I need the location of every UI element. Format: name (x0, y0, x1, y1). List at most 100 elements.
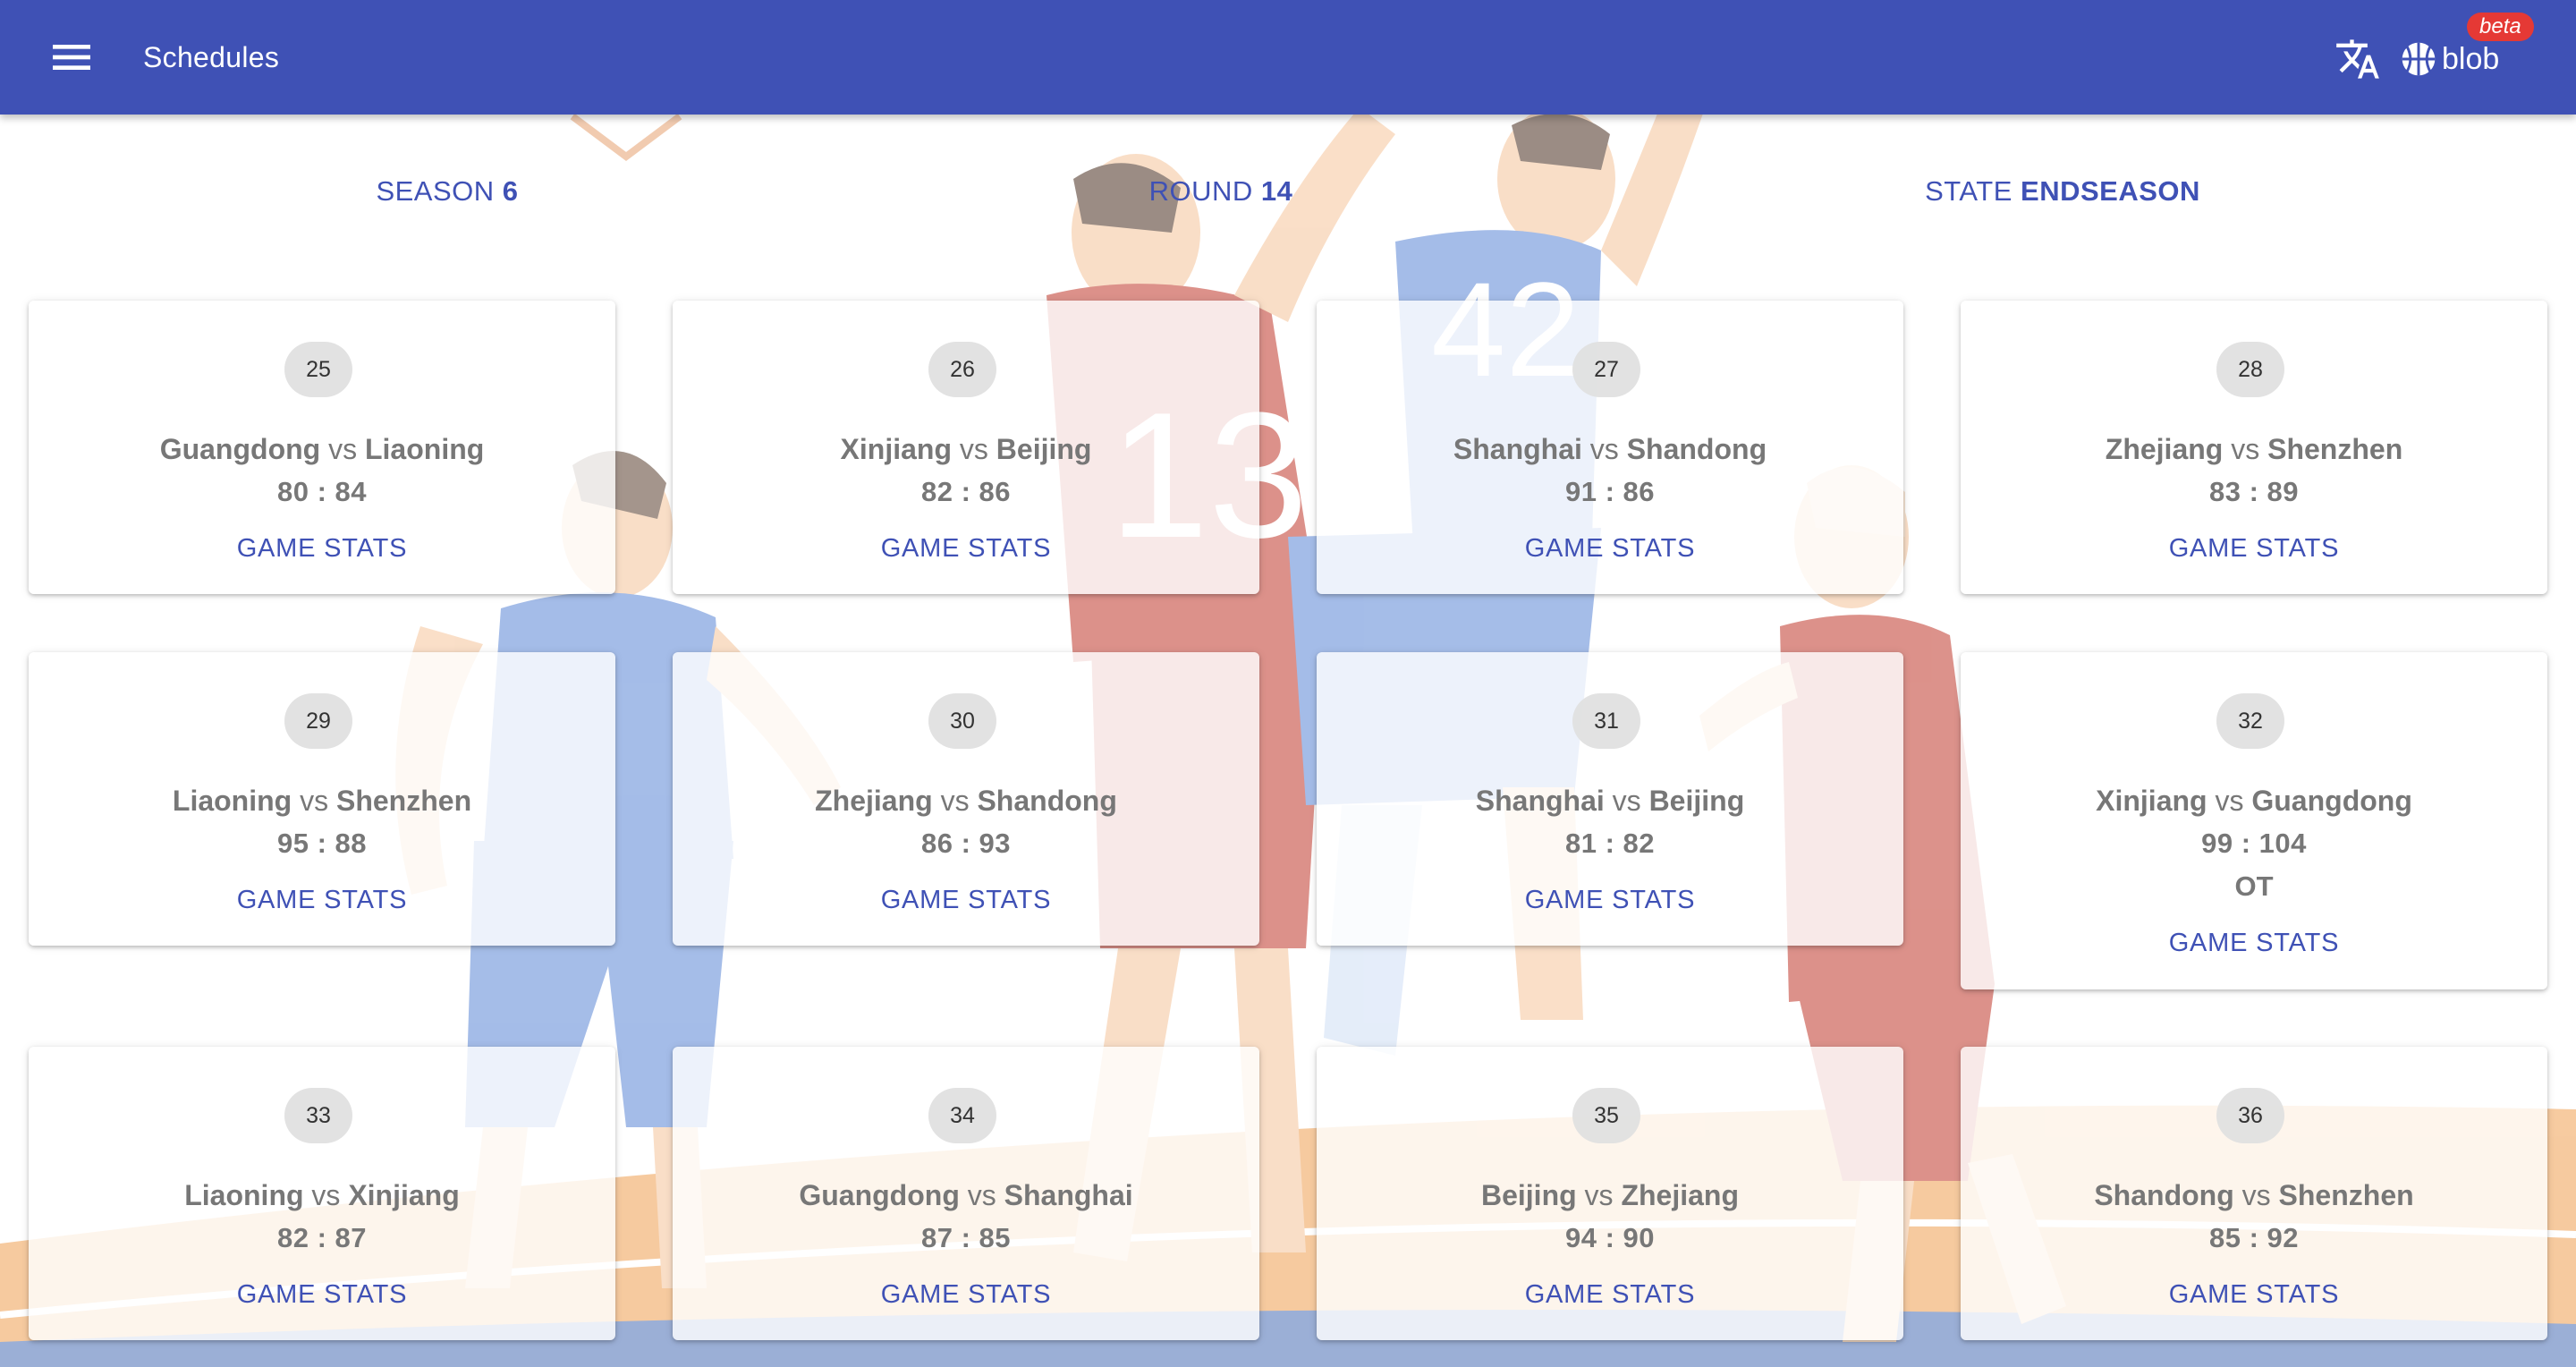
round-label: ROUND (1148, 175, 1253, 207)
vs-label: vs (959, 433, 988, 465)
home-team: Shanghai (1453, 433, 1582, 465)
final-score: 80 : 84 (276, 476, 367, 507)
game-stats-button[interactable]: GAME STATS (2124, 1272, 2384, 1317)
game-card: 26 Xinjiang vs Beijing 82 : 86 GAME STAT… (673, 301, 1259, 594)
game-number-chip: 30 (928, 693, 996, 749)
round-value: 14 (1260, 175, 1293, 207)
away-team: Liaoning (364, 433, 485, 465)
game-stats-button[interactable]: GAME STATS (1480, 526, 1740, 571)
game-card: 25 Guangdong vs Liaoning 80 : 84 GAME ST… (29, 301, 615, 594)
away-team: Beijing (1648, 785, 1745, 817)
matchup: Guangdong vs Shanghai (673, 1179, 1259, 1212)
matchup: Xinjiang vs Beijing (673, 433, 1259, 466)
menu-icon (53, 45, 90, 70)
menu-button[interactable] (47, 32, 97, 82)
vs-label: vs (328, 433, 358, 465)
matchup: Liaoning vs Xinjiang (29, 1179, 615, 1212)
game-number-chip: 31 (1572, 693, 1640, 749)
game-number-chip: 34 (928, 1088, 996, 1143)
home-team: Liaoning (184, 1179, 304, 1211)
vs-label: vs (300, 785, 329, 817)
away-team: Guangdong (2251, 785, 2412, 817)
final-score: 86 : 93 (920, 828, 1011, 859)
home-team: Shanghai (1475, 785, 1605, 817)
state-value: ENDSEASON (2021, 175, 2200, 207)
final-score: 87 : 85 (920, 1222, 1011, 1253)
basketball-icon (2402, 42, 2436, 76)
game-stats-button[interactable]: GAME STATS (2124, 526, 2384, 571)
game-number-chip: 35 (1572, 1088, 1640, 1143)
game-stats-button[interactable]: GAME STATS (192, 526, 452, 571)
vs-label: vs (2215, 785, 2244, 817)
home-team: Xinjiang (2096, 785, 2207, 817)
matchup: Shanghai vs Beijing (1317, 785, 1903, 818)
page-title: Schedules (143, 41, 280, 73)
beta-badge: beta (2467, 13, 2534, 41)
state-label: STATE (1925, 175, 2012, 207)
final-score: 82 : 86 (920, 476, 1011, 507)
user-menu-button[interactable]: blob (2399, 34, 2499, 84)
matchup: Guangdong vs Liaoning (29, 433, 615, 466)
game-card: 29 Liaoning vs Shenzhen 95 : 88 GAME STA… (29, 652, 615, 946)
final-score: 94 : 90 (1564, 1222, 1655, 1253)
final-score: 82 : 87 (276, 1222, 367, 1253)
away-team: Shenzhen (2267, 433, 2403, 465)
game-stats-button[interactable]: GAME STATS (2124, 921, 2384, 965)
away-team: Shandong (977, 785, 1117, 817)
season-value: 6 (502, 175, 519, 207)
game-number-chip: 26 (928, 342, 996, 397)
game-stats-button[interactable]: GAME STATS (1480, 878, 1740, 922)
round-info: ROUND 14 (908, 175, 1534, 211)
vs-label: vs (1584, 1179, 1614, 1211)
game-card: 32 Xinjiang vs Guangdong 99 : 104 OT GAM… (1961, 652, 2547, 989)
game-number-chip: 28 (2216, 342, 2284, 397)
final-score: 99 : 104 (2201, 828, 2307, 859)
away-team: Xinjiang (348, 1179, 460, 1211)
game-number-chip: 25 (284, 342, 352, 397)
overtime-label: OT (2234, 870, 2274, 902)
game-card: 36 Shandong vs Shenzhen 85 : 92 GAME STA… (1961, 1047, 2547, 1340)
game-card: 27 Shanghai vs Shandong 91 : 86 GAME STA… (1317, 301, 1903, 594)
home-team: Shandong (2094, 1179, 2234, 1211)
final-score: 81 : 82 (1564, 828, 1655, 859)
game-card: 31 Shanghai vs Beijing 81 : 82 GAME STAT… (1317, 652, 1903, 946)
game-stats-button[interactable]: GAME STATS (192, 1272, 452, 1317)
vs-label: vs (1612, 785, 1641, 817)
home-team: Guangdong (799, 1179, 960, 1211)
matchup: Zhejiang vs Shandong (673, 785, 1259, 818)
translate-button[interactable] (2334, 36, 2381, 82)
matchup: Xinjiang vs Guangdong (1961, 785, 2547, 818)
game-stats-button[interactable]: GAME STATS (836, 878, 1096, 922)
matchup: Shandong vs Shenzhen (1961, 1179, 2547, 1212)
game-card: 35 Beijing vs Zhejiang 94 : 90 GAME STAT… (1317, 1047, 1903, 1340)
away-team: Zhejiang (1621, 1179, 1739, 1211)
game-number-chip: 36 (2216, 1088, 2284, 1143)
matchup: Liaoning vs Shenzhen (29, 785, 615, 818)
final-score: 91 : 86 (1564, 476, 1655, 507)
game-card: 30 Zhejiang vs Shandong 86 : 93 GAME STA… (673, 652, 1259, 946)
home-team: Beijing (1480, 1179, 1577, 1211)
matchup: Zhejiang vs Shenzhen (1961, 433, 2547, 466)
vs-label: vs (967, 1179, 996, 1211)
away-team: Shenzhen (335, 785, 472, 817)
user-name: blob (2442, 41, 2500, 76)
season-label: SEASON (376, 175, 495, 207)
game-number-chip: 33 (284, 1088, 352, 1143)
game-stats-button[interactable]: GAME STATS (836, 526, 1096, 571)
game-stats-button[interactable]: GAME STATS (836, 1272, 1096, 1317)
game-stats-button[interactable]: GAME STATS (192, 878, 452, 922)
game-number-chip: 32 (2216, 693, 2284, 749)
translate-icon (2336, 39, 2379, 79)
away-team: Shenzhen (2278, 1179, 2414, 1211)
game-number-chip: 29 (284, 693, 352, 749)
home-team: Liaoning (172, 785, 292, 817)
home-team: Zhejiang (2105, 433, 2224, 465)
matchup: Shanghai vs Shandong (1317, 433, 1903, 466)
game-number-chip: 27 (1572, 342, 1640, 397)
app-bar: Schedules blob beta (0, 0, 2576, 115)
home-team: Zhejiang (815, 785, 933, 817)
away-team: Shanghai (1004, 1179, 1133, 1211)
final-score: 85 : 92 (2208, 1222, 2299, 1253)
game-card: 33 Liaoning vs Xinjiang 82 : 87 GAME STA… (29, 1047, 615, 1340)
game-stats-button[interactable]: GAME STATS (1480, 1272, 1740, 1317)
